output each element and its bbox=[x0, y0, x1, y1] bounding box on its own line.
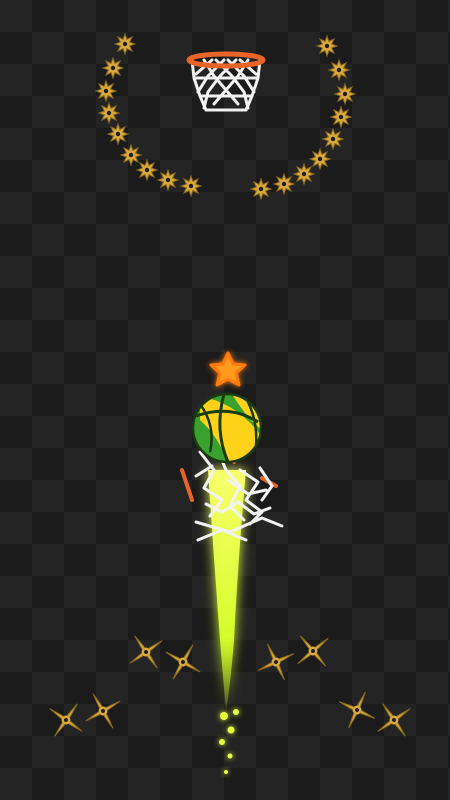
spiked-star-icon[interactable] bbox=[308, 147, 332, 171]
spiked-star-icon[interactable] bbox=[292, 162, 316, 186]
spiked-star-icon[interactable] bbox=[327, 58, 351, 82]
spiked-star-icon[interactable] bbox=[119, 143, 143, 167]
spiked-star-icon[interactable] bbox=[135, 158, 159, 182]
spiked-star-icon[interactable] bbox=[97, 101, 121, 125]
spiked-star-icon[interactable] bbox=[113, 32, 137, 56]
spiked-star-icon[interactable] bbox=[94, 79, 118, 103]
spiked-star-icon[interactable] bbox=[101, 56, 125, 80]
spiked-star-icon[interactable] bbox=[106, 122, 130, 146]
spiked-star-icon[interactable] bbox=[272, 172, 296, 196]
spiked-star-icon[interactable] bbox=[156, 168, 180, 192]
spiked-star-icon[interactable] bbox=[249, 177, 273, 201]
spiked-star-icon[interactable] bbox=[321, 127, 345, 151]
game-canvas[interactable] bbox=[0, 0, 450, 800]
spiked-star-icon[interactable] bbox=[179, 174, 203, 198]
spiked-star-icon[interactable] bbox=[315, 34, 339, 58]
spiked-star-icon[interactable] bbox=[329, 105, 353, 129]
spiked-star-icon[interactable] bbox=[333, 82, 357, 106]
